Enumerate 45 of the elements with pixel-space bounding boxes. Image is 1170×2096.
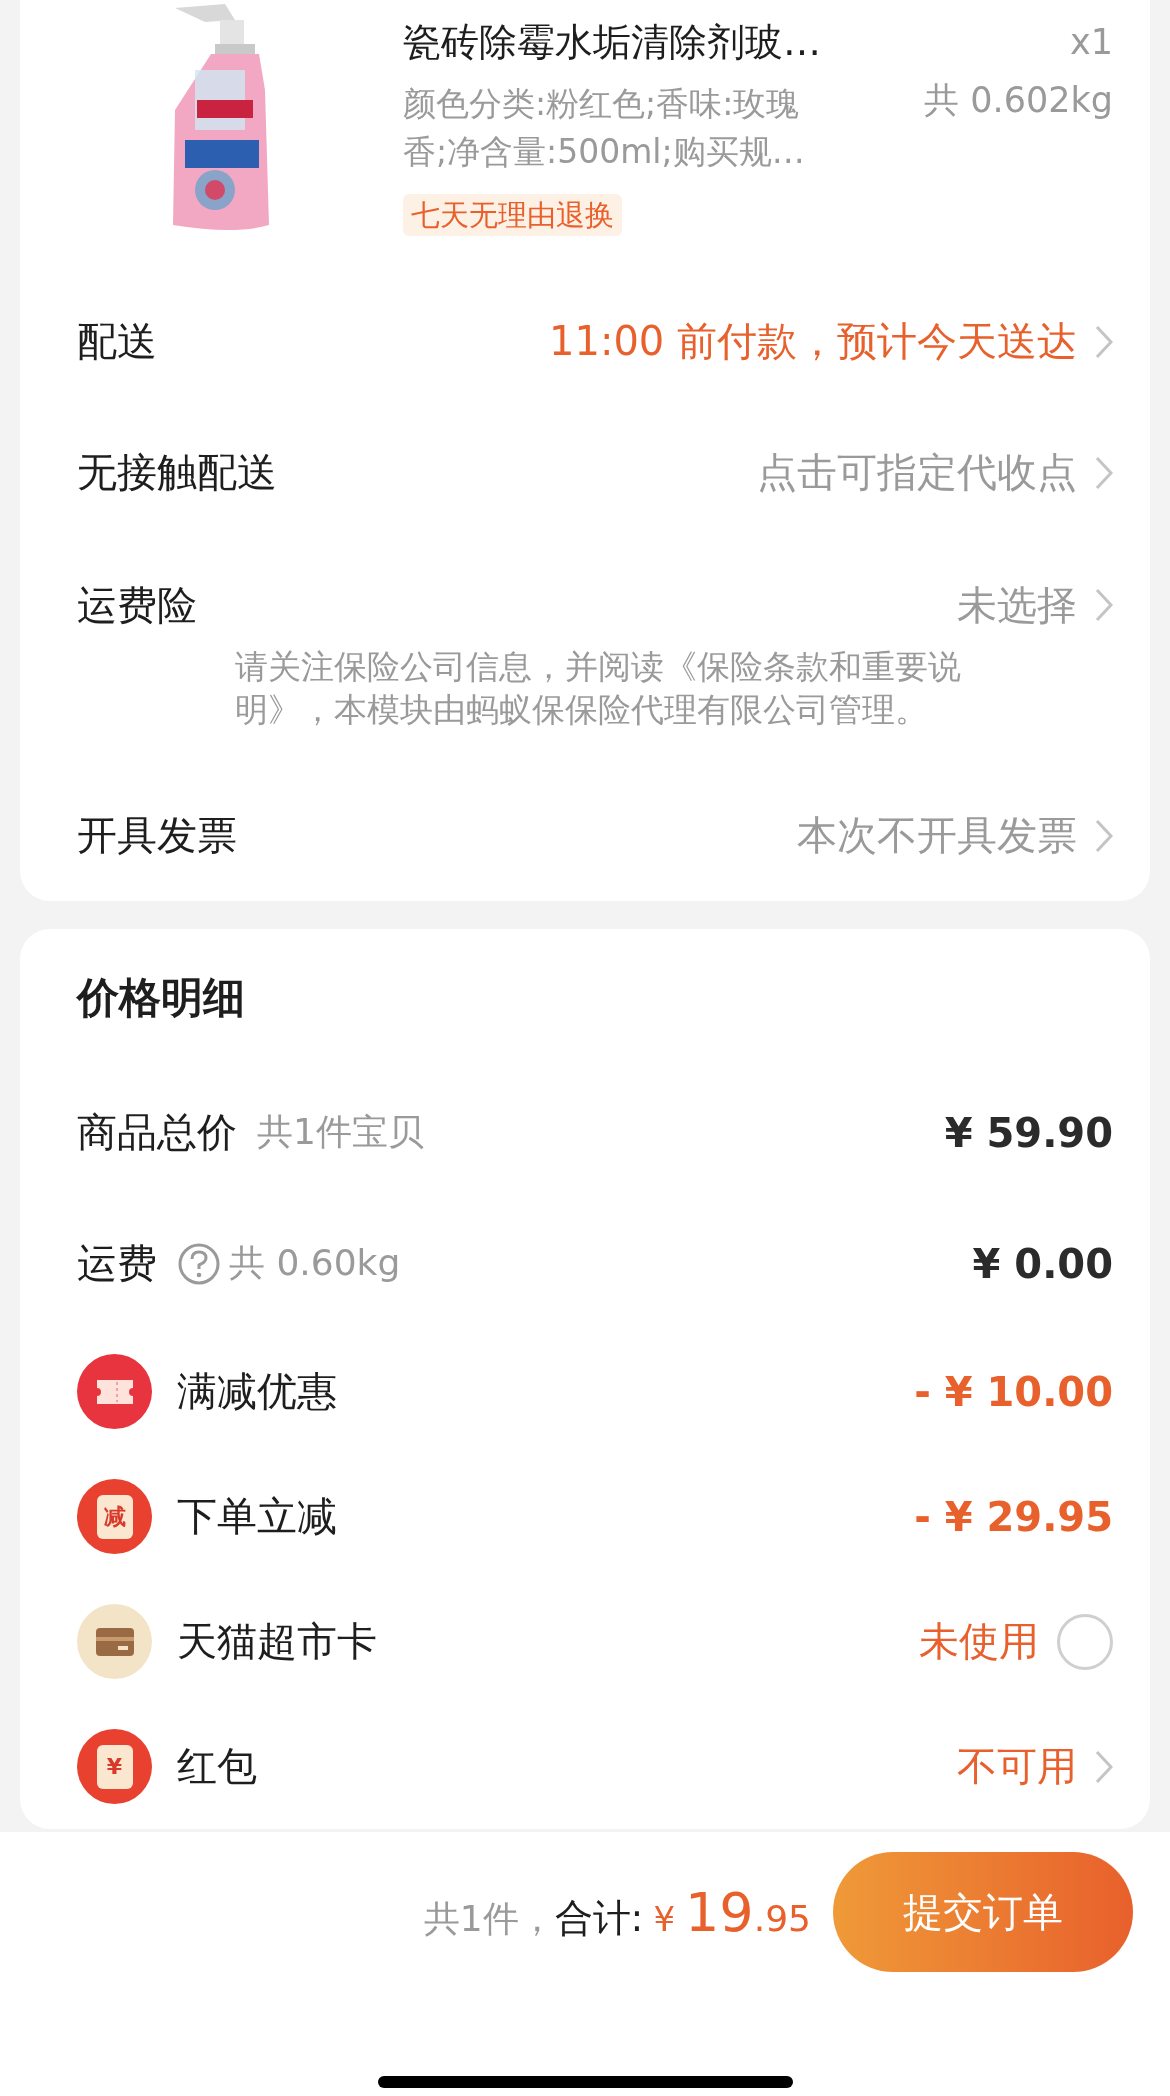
- product-spec: 颜色分类:粉红色;香味:玫瑰: [403, 83, 801, 125]
- option-value[interactable]: 11:00 前付款，预计今天送达: [549, 314, 1077, 369]
- envelope-icon: ¥: [77, 1729, 152, 1804]
- insurance-note: 请关注保险公司信息，并阅读《保险条款和重要说明》，本模块由蚂蚁保保险代理有限公司管理。: [234, 646, 962, 731]
- option-label: 开具发票: [77, 811, 237, 860]
- row-label: 运费: [77, 1239, 157, 1288]
- row-label: 满减优惠: [177, 1367, 337, 1416]
- help-icon[interactable]: [177, 1241, 221, 1286]
- row-label: 商品总价: [77, 1108, 237, 1157]
- chevron-right-icon: [1095, 324, 1113, 359]
- row-note: 共 0.60kg: [229, 1241, 401, 1285]
- chevron-right-icon: [1095, 455, 1113, 490]
- weight: 共 0.602kg: [924, 79, 1113, 122]
- section-title: 价格明细: [77, 972, 246, 1024]
- option-label: 运费险: [77, 580, 197, 630]
- radio-button[interactable]: [1057, 1613, 1113, 1670]
- row-label: 下单立减: [177, 1492, 337, 1541]
- row-note: 共1件宝贝: [257, 1110, 424, 1154]
- total-amount: 19: [685, 1880, 754, 1944]
- option-value[interactable]: 点击可指定代收点: [757, 445, 1077, 500]
- option-label: 配送: [77, 317, 157, 366]
- return-policy-tag: 七天无理由退换: [403, 194, 622, 236]
- total-decimals: .95: [753, 1897, 811, 1939]
- row-amount: - ¥ 10.00: [914, 1368, 1113, 1415]
- option-label: 无接触配送: [77, 448, 277, 497]
- chevron-right-icon: [1095, 1749, 1113, 1784]
- quantity: x1: [1070, 21, 1113, 64]
- row-amount: ¥ 59.90: [944, 1109, 1113, 1156]
- option-value[interactable]: 未选择: [957, 577, 1077, 633]
- chevron-right-icon: [1095, 588, 1113, 622]
- product-spec: 香;净含量:500ml;购买规…: [403, 131, 806, 173]
- submit-order-button[interactable]: 提交订单: [833, 1852, 1133, 1972]
- row-label: 红包: [177, 1742, 257, 1791]
- row-status: 未使用: [919, 1617, 1039, 1666]
- row-status[interactable]: 不可用: [957, 1739, 1077, 1794]
- row-amount: - ¥ 29.95: [914, 1493, 1113, 1540]
- option-value[interactable]: 本次不开具发票: [797, 808, 1077, 863]
- product-title[interactable]: 瓷砖除霉水垢清除剂玻…: [403, 12, 925, 72]
- currency: ¥: [653, 1898, 675, 1939]
- chevron-right-icon: [1095, 818, 1113, 853]
- item-count: 共1件，: [423, 1896, 555, 1941]
- row-label: 天猫超市卡: [177, 1617, 377, 1666]
- envelope-icon: 减: [77, 1479, 152, 1554]
- total-label: 合计:: [554, 1894, 644, 1942]
- row-amount: ¥ 0.00: [972, 1240, 1113, 1287]
